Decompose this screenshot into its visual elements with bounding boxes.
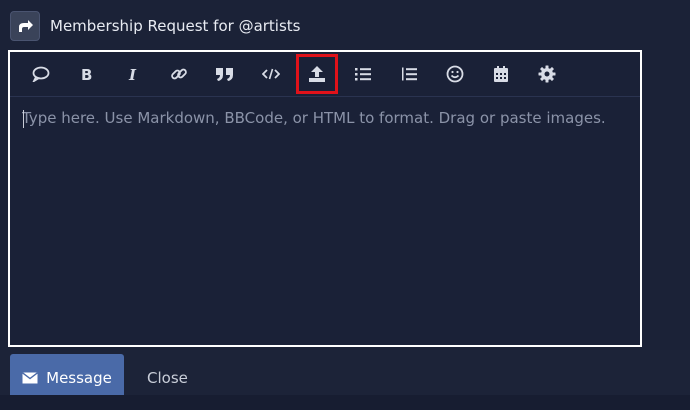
message-editor: B I bbox=[8, 50, 642, 347]
tool-calendar[interactable] bbox=[478, 52, 524, 96]
message-input[interactable] bbox=[22, 109, 628, 333]
bold-icon: B bbox=[81, 66, 92, 82]
tool-bold[interactable]: B bbox=[64, 52, 110, 96]
quote-icon bbox=[216, 68, 233, 81]
tool-upload[interactable] bbox=[294, 52, 340, 96]
svg-text:I: I bbox=[128, 66, 137, 82]
share-arrow-icon bbox=[19, 20, 33, 32]
upload-icon bbox=[309, 66, 325, 82]
tool-settings[interactable] bbox=[524, 52, 570, 96]
gear-icon bbox=[538, 65, 556, 83]
reply-button[interactable] bbox=[10, 11, 40, 41]
tool-italic[interactable]: I bbox=[110, 52, 156, 96]
tool-speech-bubble[interactable] bbox=[18, 52, 64, 96]
envelope-icon bbox=[22, 372, 39, 384]
tool-numbered-list[interactable] bbox=[386, 52, 432, 96]
close-button-label: Close bbox=[147, 369, 188, 387]
speech-bubble-icon bbox=[32, 66, 50, 82]
tool-quote[interactable] bbox=[202, 52, 248, 96]
link-icon bbox=[171, 68, 187, 80]
svg-text:B: B bbox=[81, 66, 92, 82]
code-icon bbox=[262, 68, 280, 80]
emoji-icon bbox=[446, 65, 464, 83]
bottom-strip bbox=[0, 395, 690, 410]
tool-link[interactable] bbox=[156, 52, 202, 96]
text-caret bbox=[23, 110, 24, 128]
italic-icon: I bbox=[128, 66, 137, 82]
dialog-header: Membership Request for @artists bbox=[10, 10, 690, 42]
message-button-label: Message bbox=[46, 369, 112, 387]
bullet-list-icon bbox=[355, 68, 371, 81]
tool-bullet-list[interactable] bbox=[340, 52, 386, 96]
numbered-list-icon bbox=[402, 67, 417, 81]
editor-body bbox=[10, 97, 640, 345]
editor-toolbar: B I bbox=[10, 52, 640, 97]
dialog-title: Membership Request for @artists bbox=[50, 17, 301, 35]
tool-code[interactable] bbox=[248, 52, 294, 96]
tool-emoji[interactable] bbox=[432, 52, 478, 96]
calendar-icon bbox=[494, 66, 508, 82]
